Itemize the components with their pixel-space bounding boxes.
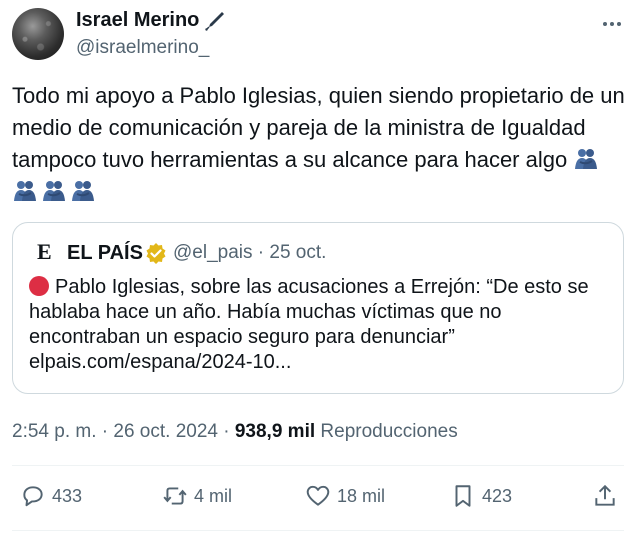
tweet-text: Todo mi apoyo a Pablo Iglesias, quien si… [12, 80, 628, 208]
bookmark-button[interactable]: 423 [450, 482, 512, 510]
views-count: 938,9 mil [234, 421, 316, 442]
quote-handle-date: @el_pais · 25 oct. [173, 242, 327, 263]
el-pais-logo: E [37, 239, 52, 264]
quote-link[interactable]: elpais.com/espana/2024-10... [29, 351, 291, 373]
quote-text: Pablo Iglesias, sobre las acusaciones a … [29, 275, 609, 375]
author-handle[interactable]: @israelmerino_ [76, 36, 209, 60]
quoted-tweet[interactable]: E EL PAÍS @el_pais · 25 oct. Pablo Igles… [12, 222, 624, 394]
like-count: 18 mil [337, 485, 386, 506]
divider [12, 530, 624, 531]
retweet-button[interactable]: 4 mil [162, 482, 232, 510]
author-name[interactable]: Israel Merino [76, 8, 199, 32]
red-circle-icon [29, 276, 49, 296]
tweet-timestamp[interactable]: 2:54 p. m. · 26 oct. 2024 · [12, 421, 235, 442]
retweet-count: 4 mil [194, 485, 233, 506]
share-button[interactable] [592, 482, 618, 510]
tweet-body: Todo mi apoyo a Pablo Iglesias, quien si… [12, 83, 631, 172]
quote-author-name: EL PAÍS [67, 242, 143, 264]
tweet-meta: 2:54 p. m. · 26 oct. 2024 · 938,9 mil Re… [12, 420, 458, 444]
verified-icon [146, 243, 166, 264]
pen-icon [205, 12, 224, 31]
hug-icon [72, 181, 94, 201]
reply-button[interactable]: 433 [20, 482, 82, 510]
like-button[interactable]: 18 mil [305, 482, 385, 510]
retweet-icon [163, 487, 187, 505]
divider [12, 465, 624, 466]
hug-icon [14, 181, 36, 201]
like-icon [306, 485, 330, 506]
quote-body: Pablo Iglesias, sobre las acusaciones a … [29, 276, 589, 348]
bookmark-count: 423 [482, 485, 513, 506]
hug-icon [575, 149, 598, 169]
share-icon [595, 484, 615, 506]
bookmark-icon [455, 485, 471, 507]
reply-icon [23, 486, 43, 507]
views-label: Reproducciones [315, 421, 458, 442]
more-icon[interactable] [600, 12, 624, 36]
avatar[interactable] [12, 8, 64, 60]
reply-count: 433 [52, 485, 83, 506]
hug-icon [43, 181, 65, 201]
